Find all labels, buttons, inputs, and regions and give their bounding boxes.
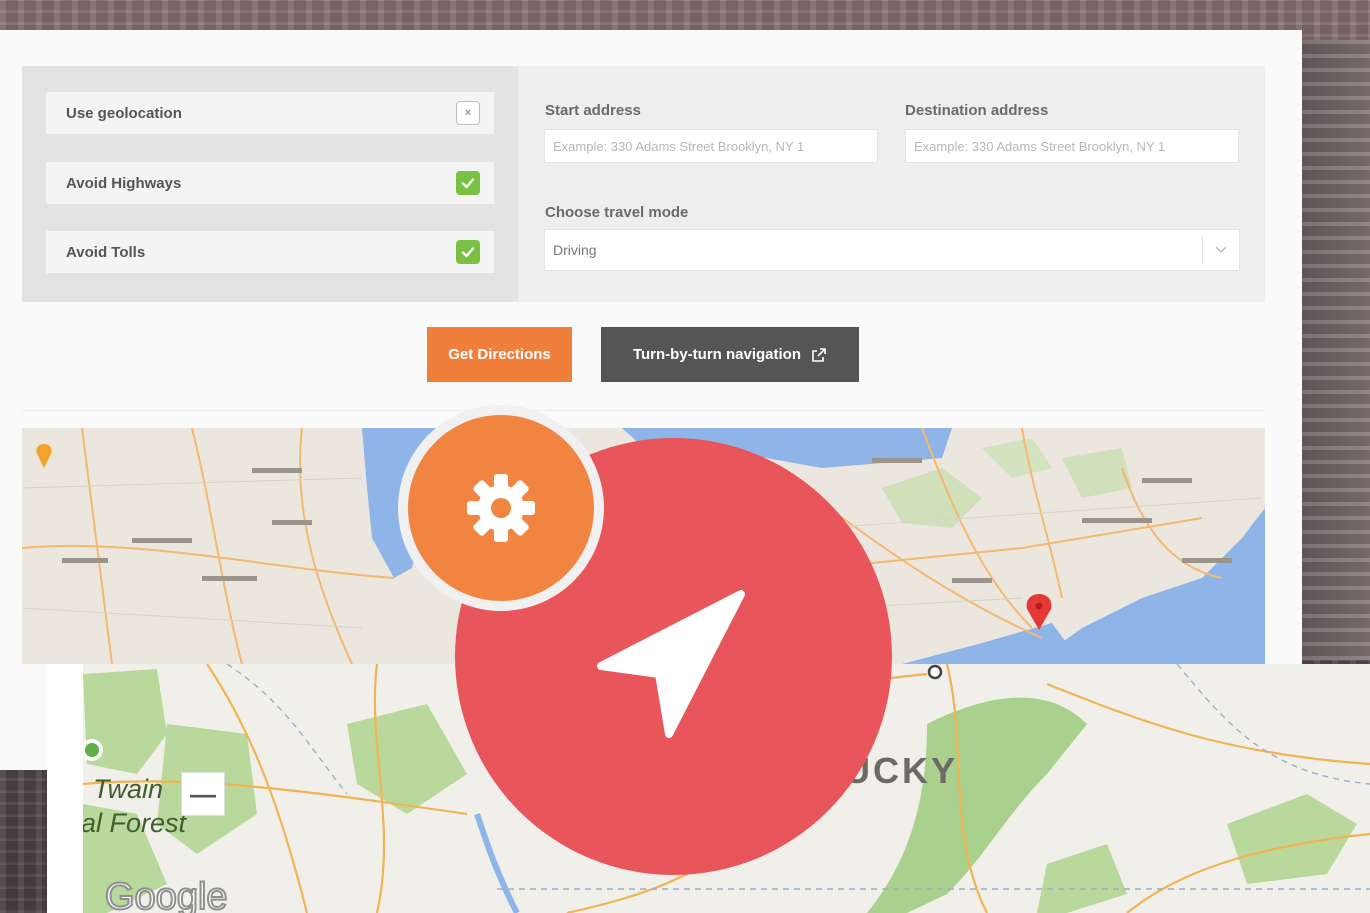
travel-mode-value: Driving xyxy=(553,242,597,258)
travel-mode-label: Choose travel mode xyxy=(545,204,689,221)
checkmark-icon xyxy=(461,247,475,258)
option-label: Avoid Tolls xyxy=(66,243,146,261)
start-address-input[interactable] xyxy=(544,129,878,163)
gear-icon xyxy=(467,474,535,542)
geolocation-checkbox[interactable]: × xyxy=(456,101,480,125)
turn-by-turn-button[interactable]: Turn-by-turn navigation xyxy=(601,327,859,382)
map-frame xyxy=(47,664,83,913)
travel-mode-select[interactable]: Driving xyxy=(544,229,1240,271)
avoid-tolls-checkbox[interactable] xyxy=(456,240,480,264)
get-directions-label: Get Directions xyxy=(448,346,551,363)
option-avoid-tolls[interactable]: Avoid Tolls xyxy=(46,231,494,273)
get-directions-button[interactable]: Get Directions xyxy=(427,327,572,382)
option-label: Use geolocation xyxy=(66,104,182,122)
destination-address-label: Destination address xyxy=(905,102,1049,119)
avoid-highways-checkbox[interactable] xyxy=(456,171,480,195)
unchecked-mark: × xyxy=(464,107,472,119)
turn-by-turn-label: Turn-by-turn navigation xyxy=(632,346,802,363)
option-label: Avoid Highways xyxy=(66,174,182,192)
map-forest-label-line2: al Forest xyxy=(81,808,187,838)
chevron-down-icon xyxy=(1202,236,1239,264)
start-address-label: Start address xyxy=(545,102,641,119)
external-link-icon xyxy=(812,347,826,362)
option-use-geolocation[interactable]: Use geolocation × xyxy=(46,92,494,134)
navigation-arrow-icon xyxy=(597,590,745,738)
destination-address-input[interactable] xyxy=(905,129,1239,163)
settings-badge-inner xyxy=(408,415,594,601)
zoom-out-button[interactable]: — xyxy=(181,772,225,816)
checkmark-icon xyxy=(461,178,475,189)
settings-badge xyxy=(398,405,604,611)
background-building xyxy=(1300,40,1370,660)
divider xyxy=(22,410,1265,411)
map-attribution: Google xyxy=(104,875,229,913)
option-avoid-highways[interactable]: Avoid Highways xyxy=(46,162,494,204)
zoom-out-label: — xyxy=(190,778,216,809)
map-forest-label-line1: Twain xyxy=(93,774,164,804)
